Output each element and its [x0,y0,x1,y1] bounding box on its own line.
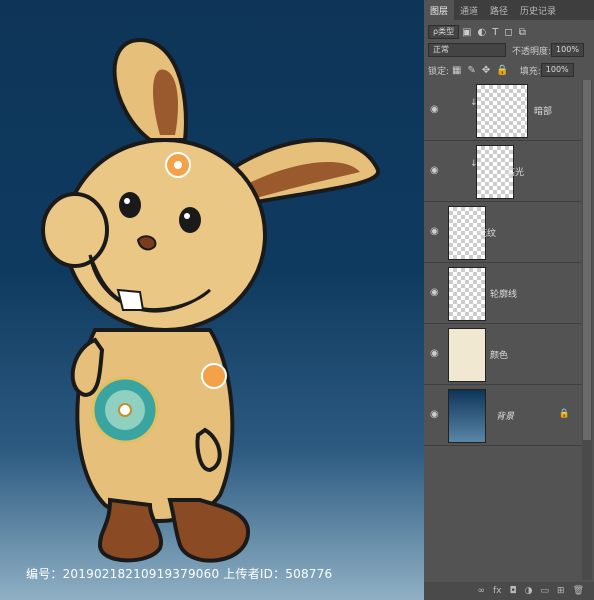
lock-position-icon[interactable]: ✥ [482,65,490,76]
layer-name[interactable]: 颜色 [490,348,508,361]
layer-thumbnail [448,328,486,382]
layer-name[interactable]: 花纹 [478,226,496,239]
tab-history[interactable]: 历史记录 [514,0,562,20]
rabbit-illustration [41,37,381,563]
visibility-eye-icon[interactable]: ◉ [430,348,442,359]
lock-label: 锁定: [428,66,450,77]
filter-text-icon[interactable]: T [492,27,498,38]
trash-icon[interactable]: 🗑 [573,586,584,596]
mask-icon[interactable]: ◘ [510,586,517,596]
fill-input[interactable]: 100% [540,63,574,77]
visibility-eye-icon[interactable]: ◉ [430,165,442,176]
scrollbar-thumb[interactable] [583,80,591,440]
layer-thumbnail [448,267,486,321]
lock-image-icon[interactable]: ✎ [468,65,476,76]
layer-name[interactable]: 背景 [496,409,514,422]
blend-row: 正常 不透明度: 100% [424,40,594,60]
layers-footer: ∞ fx ◘ ◑ ▭ ⊞ 🗑 [424,582,594,600]
layer-row[interactable]: ◉ ↓ 高光 [424,141,582,202]
visibility-eye-icon[interactable]: ◉ [430,409,442,420]
link-icon[interactable]: ∞ [478,586,486,596]
document-canvas[interactable]: 编号：20190218210919379060 上传者ID：508776 [0,0,424,600]
filter-smart-icon[interactable]: ⧉ [519,27,526,38]
filter-shape-icon[interactable]: ◻ [504,27,512,38]
filter-row: ρ类型 ▣ ◐ T ◻ ⧉ [424,22,594,42]
new-layer-icon[interactable]: ⊞ [557,586,565,596]
layers-scrollbar[interactable] [582,80,592,580]
filter-image-icon[interactable]: ▣ [462,27,471,38]
layer-name[interactable]: 暗部 [534,104,552,117]
layer-row[interactable]: ◉ 颜色 [424,324,582,385]
watermark-caption: 编号：20190218210919379060 上传者ID：508776 [26,567,333,581]
tab-layers[interactable]: 图层 [424,0,455,20]
opacity-label: 不透明度: [512,46,552,57]
tab-paths[interactable]: 路径 [484,0,514,20]
layer-row[interactable]: ◉ 花纹 [424,202,582,263]
lock-row: 锁定: ▦ ✎ ✥ 🔒 填充: 100% [424,60,594,80]
blend-mode-select[interactable]: 正常 [428,43,506,57]
lock-all-icon[interactable]: 🔒 [496,65,508,76]
lock-icon: 🔒 [558,409,570,419]
fill-label: 填充: [519,66,541,77]
filter-type-select[interactable]: ρ类型 [428,25,460,39]
panel-tabs: 图层 通道 路径 历史记录 [424,0,594,20]
tab-channels[interactable]: 通道 [454,0,484,20]
fx-icon[interactable]: fx [493,586,502,596]
layer-thumbnail [476,84,528,138]
layer-row[interactable]: ◉ 轮廓线 [424,263,582,324]
visibility-eye-icon[interactable]: ◉ [430,104,442,115]
layers-panel: 图层 通道 路径 历史记录 ρ类型 ▣ ◐ T ◻ ⧉ 正常 不透明度: 100… [424,0,594,600]
opacity-input[interactable]: 100% [551,43,584,57]
layer-row[interactable]: ◉ ↓ 暗部 [424,80,582,141]
lock-transparent-icon[interactable]: ▦ [452,65,461,76]
group-icon[interactable]: ▭ [541,586,550,596]
layer-name[interactable]: 轮廓线 [490,287,517,300]
adjustment-icon[interactable]: ◑ [525,586,533,596]
layer-row[interactable]: ◉ 背景 🔒 [424,385,582,446]
visibility-eye-icon[interactable]: ◉ [430,226,442,237]
layer-thumbnail [448,389,486,443]
layer-name[interactable]: 高光 [506,165,524,178]
visibility-eye-icon[interactable]: ◉ [430,287,442,298]
filter-adjust-icon[interactable]: ◐ [478,27,487,38]
